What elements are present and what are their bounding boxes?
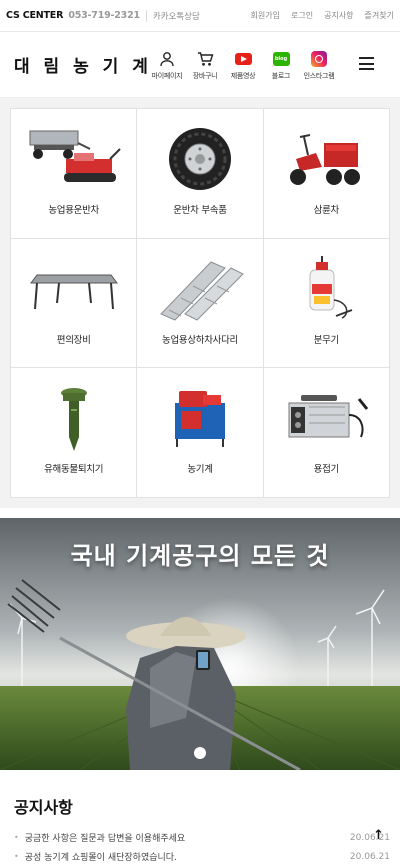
category-label: 편의장비 [56, 334, 91, 346]
site-header: 대 림 농 기 계 마이페이지 장바구니 제품영상 blog 블로그 인스타그램 [0, 32, 400, 98]
category-label: 삼륜차 [313, 205, 340, 216]
category-welder[interactable]: 용접기 [263, 368, 389, 497]
category-section: 농업용운반차 운반차 부속품 삼륜차 편의장비 농업용상하차사다리 분무기 유해… [0, 98, 400, 508]
category-label: 운반차 부속품 [173, 205, 227, 216]
blog-label: 블로그 [271, 72, 291, 80]
welder-icon [264, 378, 389, 458]
category-tire-wheel[interactable]: 운반차 부속품 [137, 109, 263, 238]
category-label: 유해동물퇴치기 [44, 464, 104, 476]
notice-date: 20.06.21 [349, 851, 390, 862]
instagram-icon [311, 51, 327, 67]
banner-title: 국내 기계공구의 모든 것 [70, 542, 330, 570]
sprayer-icon [264, 249, 389, 329]
category-label: 용접기 [313, 464, 340, 476]
category-farm-machine[interactable]: 농기계 [137, 368, 263, 497]
cs-center: CS CENTER 053-719-2321 [6, 10, 140, 21]
notice-link[interactable]: 공지사항 [324, 10, 353, 21]
notice-text: 궁금한 사항은 질문과 답변을 이용해주세요 [24, 834, 186, 844]
category-grid: 농업용운반차 운반차 부속품 삼륜차 편의장비 농업용상하차사다리 분무기 유해… [10, 108, 390, 498]
notice-item[interactable]: • 궁금한 사항은 질문과 답변을 이용해주세요 20.06.21 [14, 828, 390, 847]
category-sprayer[interactable]: 분무기 [263, 238, 389, 368]
cs-phone[interactable]: 053-719-2321 [68, 10, 140, 21]
work-table-icon [11, 249, 136, 329]
category-transport-cart[interactable]: 농업용운반차 [11, 109, 137, 238]
notice-section: 공지사항 • 궁금한 사항은 질문과 답변을 이용해주세요 20.06.21 •… [0, 770, 400, 866]
hamburger-icon[interactable] [359, 57, 374, 70]
scroll-top-arrow-icon[interactable]: ↑ [373, 828, 384, 843]
cart-icon [196, 51, 214, 67]
loading-ramp-icon [137, 249, 262, 329]
top-links: 회원가입 로그인 공지사항 즐겨찾기 [251, 10, 394, 21]
main-banner[interactable]: 국내 기계공구의 모든 것 [0, 518, 400, 770]
category-label: 농업용운반차 [48, 205, 99, 216]
category-pest-repeller[interactable]: 유해동물퇴치기 [11, 368, 137, 497]
bullet-icon: • [14, 852, 19, 861]
mypage-label: 마이페이지 [151, 72, 183, 80]
login-link[interactable]: 로그인 [291, 10, 313, 21]
video-button[interactable]: 제품영상 [224, 51, 262, 81]
tire-wheel-icon [137, 119, 262, 199]
category-label: 농기계 [187, 464, 213, 476]
video-label: 제품영상 [230, 72, 256, 80]
bullet-icon: • [14, 833, 19, 842]
site-logo[interactable]: 대 림 농 기 계 [14, 52, 152, 77]
instagram-button[interactable]: 인스타그램 [300, 51, 338, 81]
notice-list: • 궁금한 사항은 질문과 답변을 이용해주세요 20.06.21 • 공성 농… [14, 828, 390, 866]
cart-button[interactable]: 장바구니 [186, 51, 224, 81]
person-icon [158, 51, 176, 67]
category-label: 분무기 [313, 334, 340, 346]
notice-item[interactable]: • 공성 농기계 쇼핑몰이 새단장하였습니다. 20.06.21 [14, 847, 390, 866]
blog-button[interactable]: blog 블로그 [262, 51, 300, 81]
category-label: 농업용상하차사다리 [162, 334, 238, 346]
category-work-table[interactable]: 편의장비 [11, 238, 137, 368]
cs-center-label: CS CENTER [6, 10, 64, 21]
category-loading-ramp[interactable]: 농업용상하차사다리 [137, 238, 263, 368]
tricycle-icon [264, 119, 389, 199]
signup-link[interactable]: 회원가입 [251, 10, 280, 21]
instagram-label: 인스타그램 [303, 72, 335, 80]
top-bar: CS CENTER 053-719-2321 카카오톡상담 회원가입 로그인 공… [0, 0, 400, 32]
header-icons: 마이페이지 장바구니 제품영상 blog 블로그 인스타그램 [148, 51, 338, 81]
farm-machine-icon [137, 378, 262, 458]
bookmark-link[interactable]: 즐겨찾기 [365, 10, 394, 21]
cart-label: 장바구니 [192, 72, 218, 80]
transport-cart-icon [11, 119, 136, 199]
notice-title: 공지사항 [14, 798, 73, 817]
pest-repeller-icon [11, 378, 136, 458]
category-tricycle[interactable]: 삼륜차 [263, 109, 389, 238]
divider [145, 9, 147, 22]
mypage-button[interactable]: 마이페이지 [148, 51, 186, 81]
youtube-icon [234, 53, 252, 65]
kakao-consult-link[interactable]: 카카오톡상담 [153, 10, 200, 22]
blog-icon: blog [272, 52, 290, 66]
notice-text: 공성 농기계 쇼핑몰이 새단장하였습니다. [24, 853, 177, 863]
slide-indicator-dot[interactable] [194, 747, 206, 759]
